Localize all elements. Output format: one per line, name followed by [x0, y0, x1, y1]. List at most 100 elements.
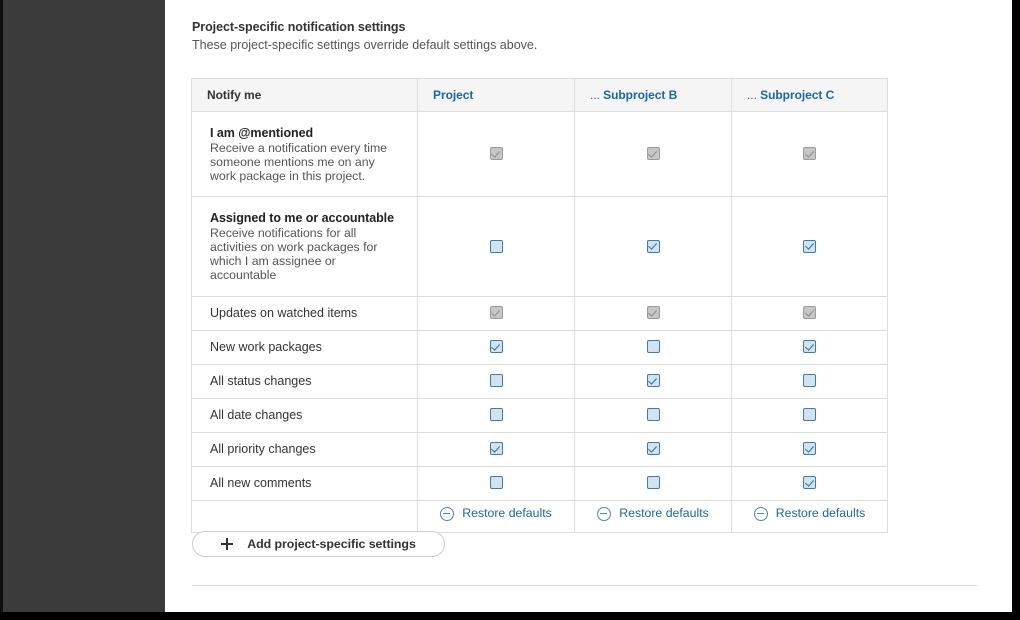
checkbox-watched-subproject-b [647, 306, 660, 319]
checkbox-cell-subproject-c[interactable] [732, 112, 888, 197]
checkbox-new-wp-subproject-c[interactable] [803, 340, 816, 353]
checkbox-cell-subproject-c[interactable] [732, 432, 888, 466]
checkbox-cell-subproject-c[interactable] [732, 197, 888, 296]
checkbox-comments-project[interactable] [490, 476, 503, 489]
checkbox-cell-subproject-b[interactable] [575, 398, 732, 432]
row-title: All date changes [210, 408, 302, 422]
table-header: Notify me Project ... Subproject B ... S… [192, 79, 888, 112]
checkbox-cell-project[interactable] [418, 330, 575, 364]
add-project-specific-settings-button[interactable]: Add project-specific settings [192, 531, 445, 557]
checkbox-cell-project[interactable] [418, 398, 575, 432]
checkbox-cell-subproject-b[interactable] [575, 432, 732, 466]
checkbox-cell-subproject-b[interactable] [575, 330, 732, 364]
add-button-label: Add project-specific settings [247, 537, 416, 551]
checkbox-mentioned-subproject-b [647, 147, 660, 160]
checkbox-cell-subproject-c[interactable] [732, 398, 888, 432]
checkbox-status-subproject-c[interactable] [803, 374, 816, 387]
row-label-cell: New work packages [192, 330, 418, 364]
column-header-label: Subproject C [760, 88, 834, 102]
page-canvas: Project-specific notification settings T… [0, 0, 1012, 612]
checkbox-cell-subproject-c[interactable] [732, 330, 888, 364]
left-sidebar [0, 0, 165, 612]
column-header-label: Subproject B [603, 88, 677, 102]
checkbox-status-project[interactable] [490, 374, 503, 387]
section-header: Project-specific notification settings T… [192, 19, 892, 54]
row-title: All priority changes [210, 442, 316, 456]
checkbox-new-wp-subproject-b[interactable] [647, 340, 660, 353]
row-title: All status changes [210, 374, 311, 388]
restore-defaults-link-subproject-c[interactable]: Restore defaults [754, 507, 866, 521]
restore-defaults-link-project[interactable]: Restore defaults [440, 507, 552, 521]
row-label-cell: All status changes [192, 364, 418, 398]
table-row: I am @mentioned Receive a notification e… [192, 112, 888, 197]
column-ellipsis: ... [590, 88, 600, 102]
checkbox-cell-project[interactable] [418, 197, 575, 296]
table-row: All new comments [192, 466, 888, 500]
notification-settings-table: Notify me Project ... Subproject B ... S… [191, 78, 888, 533]
table-body: I am @mentioned Receive a notification e… [192, 112, 888, 533]
checkbox-cell-project[interactable] [418, 432, 575, 466]
checkbox-cell-subproject-b[interactable] [575, 364, 732, 398]
checkbox-cell-project[interactable] [418, 296, 575, 330]
checkbox-cell-project[interactable] [418, 112, 575, 197]
checkbox-watched-subproject-c [803, 306, 816, 319]
checkbox-assigned-subproject-b[interactable] [647, 240, 660, 253]
row-description: Receive notifications for all activities… [210, 227, 399, 282]
checkbox-cell-project[interactable] [418, 364, 575, 398]
checkbox-comments-subproject-b[interactable] [647, 476, 660, 489]
checkbox-mentioned-project [490, 147, 503, 160]
column-ellipsis: ... [747, 88, 757, 102]
row-description: Receive a notification every time someon… [210, 142, 399, 183]
main-content: Project-specific notification settings T… [165, 0, 1012, 612]
checkbox-status-subproject-b[interactable] [647, 374, 660, 387]
table-row: Updates on watched items [192, 296, 888, 330]
table-row: All date changes [192, 398, 888, 432]
column-header-project[interactable]: Project [418, 79, 575, 112]
table-row: All priority changes [192, 432, 888, 466]
checkbox-cell-subproject-b[interactable] [575, 197, 732, 296]
checkbox-cell-subproject-c[interactable] [732, 364, 888, 398]
checkbox-cell-subproject-b[interactable] [575, 466, 732, 500]
checkbox-assigned-project[interactable] [490, 240, 503, 253]
table-row: All status changes [192, 364, 888, 398]
checkbox-cell-subproject-b[interactable] [575, 296, 732, 330]
restore-defaults-link-subproject-b[interactable]: Restore defaults [597, 507, 709, 521]
restore-defaults-label: Restore defaults [776, 507, 866, 519]
checkbox-watched-project [490, 306, 503, 319]
row-title: Updates on watched items [210, 306, 357, 320]
checkbox-comments-subproject-c[interactable] [803, 476, 816, 489]
row-label-cell: I am @mentioned Receive a notification e… [192, 112, 418, 197]
minus-circle-icon [754, 507, 768, 521]
restore-cell-subproject-b[interactable]: Restore defaults [575, 500, 732, 532]
column-header-subproject-c[interactable]: ... Subproject C [732, 79, 888, 112]
checkbox-cell-subproject-b[interactable] [575, 112, 732, 197]
checkbox-date-subproject-b[interactable] [647, 408, 660, 421]
table-row: New work packages [192, 330, 888, 364]
row-label-cell: All new comments [192, 466, 418, 500]
column-header-label: Project [433, 88, 473, 102]
column-header-subproject-b[interactable]: ... Subproject B [575, 79, 732, 112]
checkbox-date-subproject-c[interactable] [803, 408, 816, 421]
row-label-cell: All priority changes [192, 432, 418, 466]
checkbox-new-wp-project[interactable] [490, 340, 503, 353]
checkbox-date-project[interactable] [490, 408, 503, 421]
restore-cell-subproject-c[interactable]: Restore defaults [732, 500, 888, 532]
checkbox-priority-subproject-c[interactable] [803, 442, 816, 455]
restore-cell-project[interactable]: Restore defaults [418, 500, 575, 532]
screen: Project-specific notification settings T… [0, 0, 1020, 620]
checkbox-cell-subproject-c[interactable] [732, 466, 888, 500]
row-label-cell: All date changes [192, 398, 418, 432]
checkbox-priority-project[interactable] [490, 442, 503, 455]
checkbox-cell-subproject-c[interactable] [732, 296, 888, 330]
checkbox-cell-project[interactable] [418, 466, 575, 500]
row-title: I am @mentioned [210, 125, 399, 141]
row-label-cell: Updates on watched items [192, 296, 418, 330]
column-header-label: Notify me [207, 88, 261, 102]
restore-defaults-label: Restore defaults [619, 507, 709, 519]
checkbox-priority-subproject-b[interactable] [647, 442, 660, 455]
checkbox-assigned-subproject-c[interactable] [803, 240, 816, 253]
section-title: Project-specific notification settings [192, 19, 892, 35]
restore-defaults-row: Restore defaults Restore defaults [192, 500, 888, 532]
restore-defaults-label: Restore defaults [462, 507, 552, 519]
checkbox-mentioned-subproject-c [803, 147, 816, 160]
